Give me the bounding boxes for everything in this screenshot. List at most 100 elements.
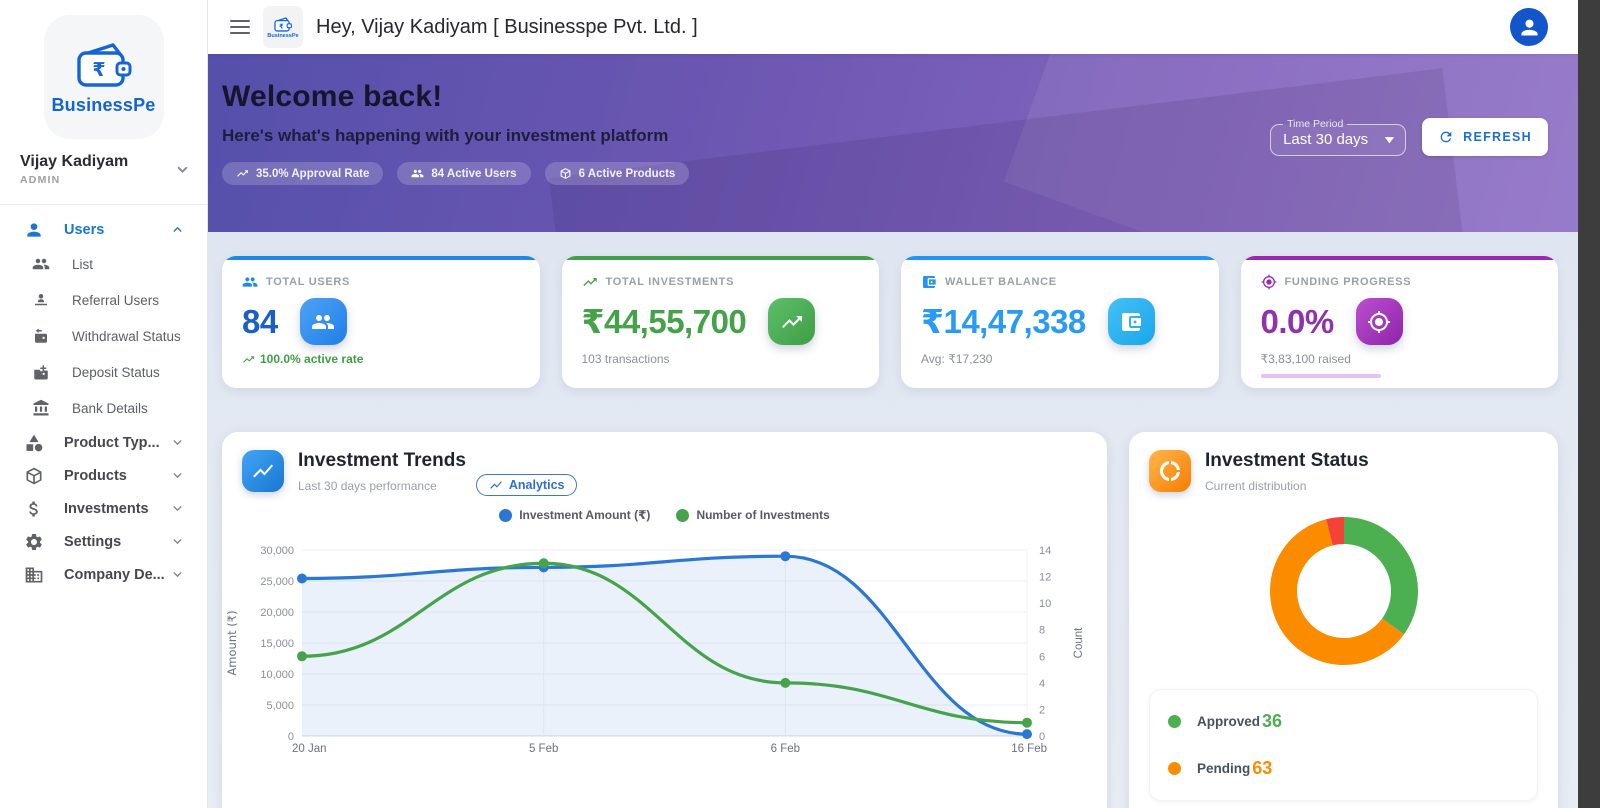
sidebar-subitem-label: Bank Details — [72, 400, 148, 416]
sidebar-subitem-withdrawal-status[interactable]: Withdrawal Status — [0, 318, 207, 354]
legend-item-amount[interactable]: Investment Amount (₹) — [499, 508, 650, 522]
analytics-chip[interactable]: Analytics — [475, 474, 578, 496]
sidebar-item-settings[interactable]: Settings — [0, 525, 207, 558]
status-legend-value: 36 — [1262, 711, 1283, 731]
target-icon — [1367, 310, 1391, 334]
refresh-label: REFRESH — [1463, 130, 1532, 144]
wallet-icon — [921, 274, 937, 290]
person-icon — [1520, 19, 1538, 36]
stat-card-caption: 100.0% active rate — [242, 352, 520, 366]
sidebar-user[interactable]: Vijay Kadiyam ADMIN — [0, 139, 207, 196]
sidebar-subitem-list[interactable]: List — [0, 246, 207, 282]
referral-icon — [32, 291, 50, 309]
stat-card-label: TOTAL USERS — [266, 276, 351, 288]
hero-badge: 84 Active Users — [397, 162, 531, 185]
stat-card-wallet-balance: WALLET BALANCE ₹14,47,338 Avg: ₹17,230 — [901, 256, 1219, 388]
chevron-down-icon — [170, 501, 185, 516]
company-icon — [24, 565, 44, 585]
withdrawal-icon — [32, 327, 50, 345]
stat-card-value: 0.0% — [1260, 302, 1335, 340]
sidebar: ₹ BusinessPe Vijay Kadiyam ADMIN Users Li… — [0, 0, 208, 808]
svg-text:20,000: 20,000 — [260, 607, 294, 619]
target-icon — [1261, 274, 1277, 290]
sidebar-submenu: List Referral Users Withdrawal Status Depos… — [0, 246, 207, 426]
sidebar-item-company-de[interactable]: Company De... — [0, 558, 207, 591]
sidebar-subitem-bank-details[interactable]: Bank Details — [0, 390, 207, 426]
status-legend-item-approved[interactable]: Approved 36 — [1168, 698, 1519, 745]
stat-card-caption: Avg: ₹17,230 — [921, 352, 993, 366]
status-subtitle: Current distribution — [1205, 479, 1307, 493]
sidebar-subitem-referral-users[interactable]: Referral Users — [0, 282, 207, 318]
legend-label: Number of Investments — [696, 508, 830, 522]
legend-item-count[interactable]: Number of Investments — [676, 508, 830, 522]
sidebar-item-product-typ[interactable]: Product Typ... — [0, 426, 207, 459]
stat-card-label: FUNDING PROGRESS — [1284, 276, 1412, 288]
svg-text:Amount (₹): Amount (₹) — [225, 610, 239, 675]
scrollbar[interactable] — [1578, 0, 1600, 808]
sidebar-subitem-label: List — [72, 256, 94, 272]
account-avatar[interactable] — [1510, 8, 1548, 46]
svg-text:2: 2 — [1039, 704, 1045, 716]
refresh-button[interactable]: REFRESH — [1422, 118, 1548, 156]
people-icon — [411, 167, 424, 180]
donut-icon — [1149, 450, 1191, 492]
welcome-title: Welcome back! — [222, 80, 443, 113]
topbar: ₹ BusinessPe Hey, Vijay Kadiyam [ Busine… — [208, 0, 1578, 54]
hero-badge: 35.0% Approval Rate — [222, 162, 384, 185]
stat-card-value: ₹14,47,338 — [921, 303, 1086, 340]
sidebar-item-users[interactable]: Users — [0, 213, 207, 246]
svg-text:30,000: 30,000 — [260, 545, 294, 557]
refresh-icon — [1438, 129, 1454, 145]
stat-card-icon-tile — [1355, 298, 1403, 345]
line-chart: 0 5,000 10,000 15,000 20,000 25,000 30,000 0 2 4 6… — [225, 545, 1085, 755]
time-period-select[interactable]: Time Period Last 30 days — [1270, 118, 1407, 156]
people-icon — [32, 255, 50, 273]
sidebar-item-investments[interactable]: Investments — [0, 492, 207, 525]
time-period-label: Time Period — [1287, 118, 1344, 130]
sidebar-subitem-deposit-status[interactable]: Deposit Status — [0, 354, 207, 390]
sidebar-menu: Users List Referral Users Withdrawal Status… — [0, 205, 207, 591]
line-chart-legend: Investment Amount (₹) Number of Investmen… — [222, 508, 1107, 522]
sidebar-item-label: Users — [64, 221, 105, 238]
wallet-logo-icon: ₹ — [274, 16, 292, 32]
stat-card-total-users: TOTAL USERS 84 100.0% active rate — [222, 256, 540, 388]
status-legend-item-pending[interactable]: Pending 63 — [1168, 745, 1519, 792]
person-icon — [24, 220, 44, 240]
stat-card-total-investments: TOTAL INVESTMENTS ₹44,55,700 103 transacti… — [561, 256, 879, 388]
people-icon — [311, 310, 335, 334]
svg-text:20 Jan: 20 Jan — [292, 743, 327, 755]
trends-title: Investment Trends — [298, 450, 466, 471]
legend-dot — [1168, 762, 1181, 775]
status-legend-label: Approved — [1197, 714, 1261, 729]
card-accent-bar — [901, 256, 1219, 260]
chart-line-icon — [242, 450, 284, 492]
svg-text:4: 4 — [1039, 678, 1045, 690]
svg-text:15,000: 15,000 — [260, 638, 294, 650]
status-title: Investment Status — [1205, 450, 1369, 471]
trending-up-icon — [242, 353, 255, 366]
stat-card-caption: ₹3,83,100 raised — [1260, 352, 1351, 366]
dashboard-content: TOTAL USERS 84 100.0% active rate TOTAL INV… — [208, 232, 1578, 808]
hero-badge-label: 6 Active Products — [578, 167, 676, 180]
time-period-value: Last 30 days — [1283, 131, 1369, 148]
svg-text:8: 8 — [1039, 625, 1045, 637]
sidebar-item-products[interactable]: Products — [0, 459, 207, 492]
stat-card-funding-progress: FUNDING PROGRESS 0.0% ₹3,83,100 raised — [1240, 256, 1558, 388]
main-area: ₹ BusinessPe Hey, Vijay Kadiyam [ Busine… — [208, 0, 1578, 808]
hero-badge-label: 84 Active Users — [431, 167, 517, 180]
chevron-down-icon — [1384, 136, 1395, 144]
svg-text:Count: Count — [1073, 627, 1085, 658]
svg-text:5 Feb: 5 Feb — [529, 743, 558, 755]
topbar-logo: ₹ BusinessPe — [263, 6, 303, 48]
chevron-down-icon — [170, 567, 185, 582]
topbar-logo-text: BusinessPe — [267, 32, 299, 39]
hamburger-menu-icon[interactable] — [230, 20, 250, 34]
funding-progress-bar — [1260, 374, 1381, 378]
donut-segment-approved — [1344, 517, 1418, 635]
trending-up-icon — [236, 167, 249, 180]
stat-card-value: ₹44,55,700 — [581, 303, 747, 340]
investment-status-card: Investment Status Current distribution A… — [1129, 432, 1558, 808]
chevron-down-icon — [176, 163, 189, 176]
products-icon — [559, 167, 572, 180]
status-legend-label: Pending — [1197, 761, 1251, 776]
